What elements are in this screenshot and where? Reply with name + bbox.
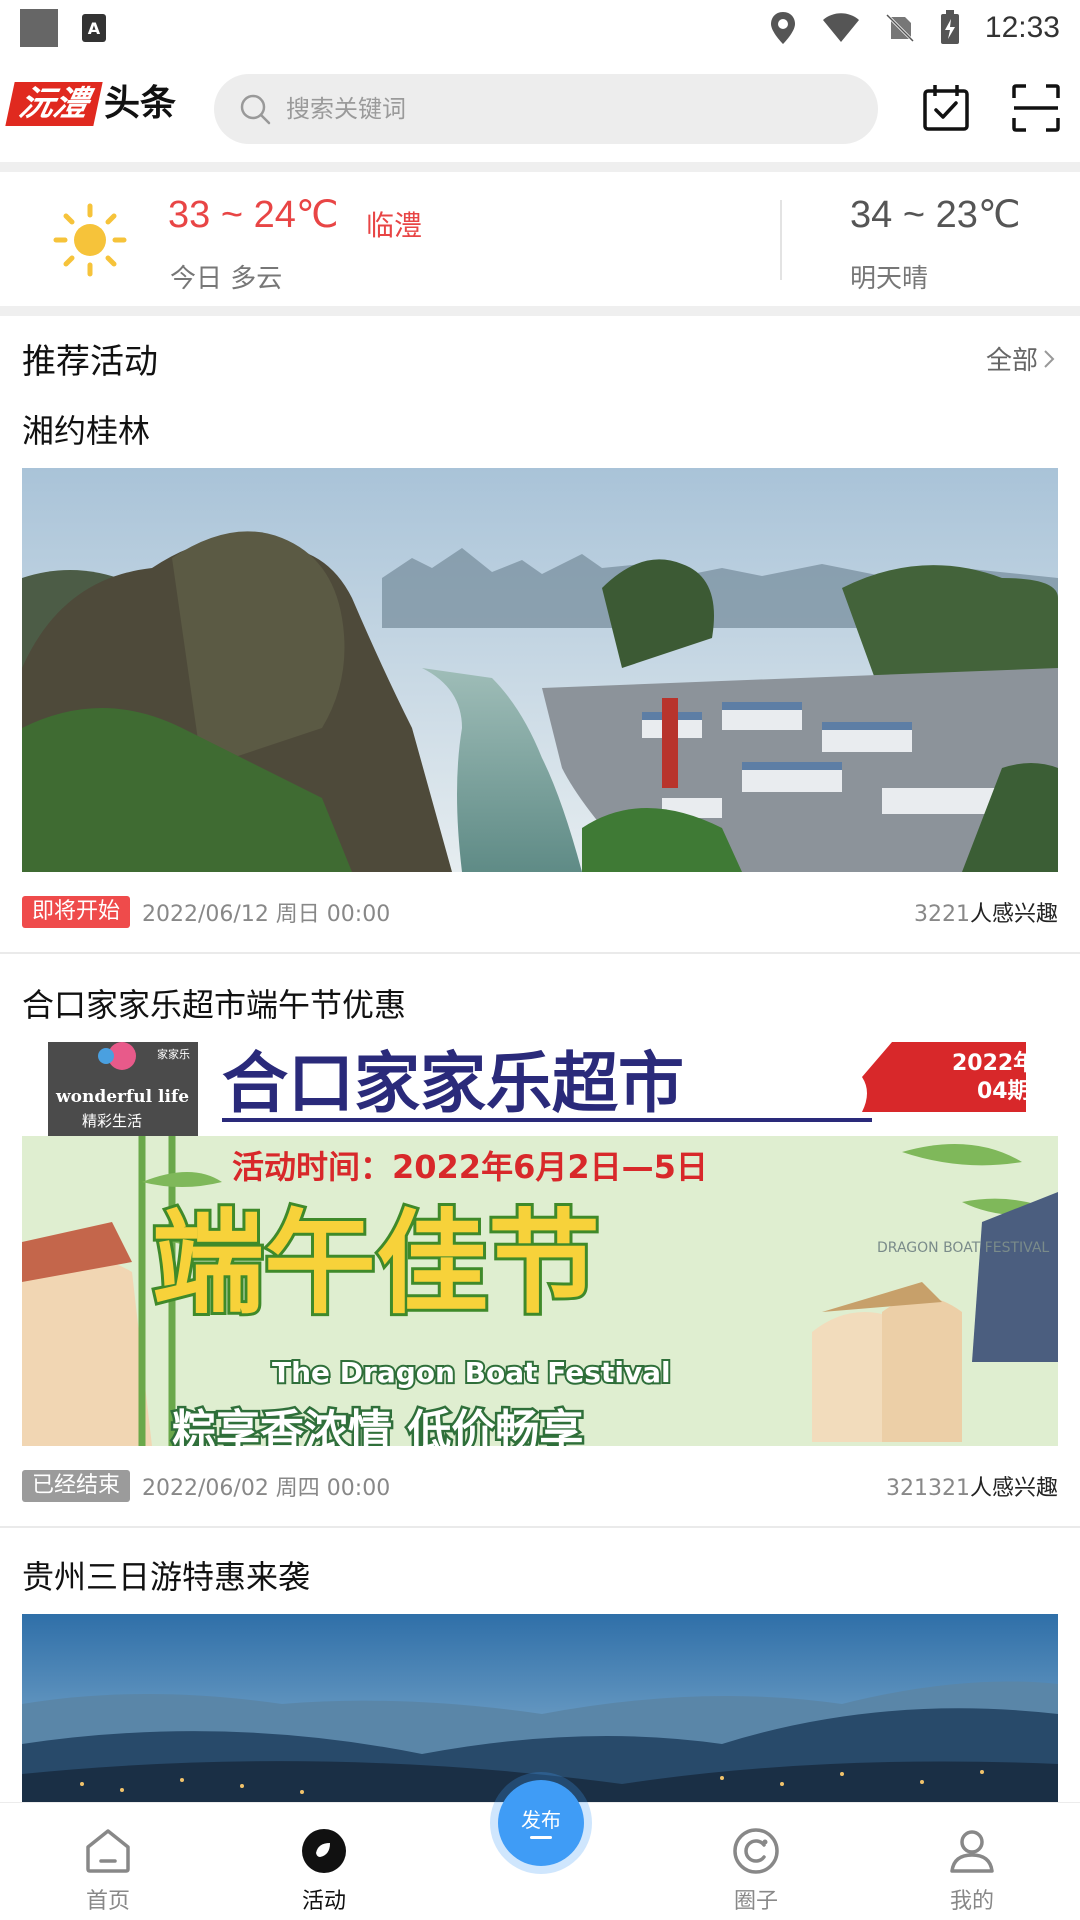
search-icon — [240, 94, 271, 125]
home-icon — [86, 1829, 130, 1873]
wifi-icon — [822, 13, 859, 42]
activity-title: 合口家家乐超市端午节优惠 — [22, 986, 407, 1024]
circle-icon — [733, 1828, 779, 1874]
status-badge: 即将开始 — [22, 896, 131, 928]
store-name-text: 合口家家乐超市 — [222, 1045, 684, 1122]
brand-en-text: wonderful life — [55, 1087, 189, 1107]
nav-circle-label: 圈子 — [733, 1889, 778, 1914]
slogan-text: 粽享香浓情 低价畅享 — [172, 1406, 583, 1446]
interest-number: 3221 — [913, 902, 970, 927]
activity-meta: 已经结束 2022/06/02 周四 00:00 321321人感兴趣 — [22, 1469, 1058, 1503]
activity-title: 湘约桂林 — [22, 412, 151, 450]
notification-thumbnail-icon — [20, 9, 58, 47]
battery-charging-icon — [940, 10, 959, 44]
today-description: 今日 多云 — [170, 264, 283, 294]
keyboard-a-icon: A — [82, 14, 106, 42]
nav-mine[interactable]: 我的 — [912, 1803, 1032, 1920]
tomorrow-temperature: 34 ~ 23℃ — [850, 194, 1021, 236]
nav-mine-label: 我的 — [949, 1889, 994, 1914]
nav-activity-label: 活动 — [301, 1889, 346, 1914]
interest-number: 321321 — [886, 1476, 970, 1501]
weather-divider — [780, 200, 782, 280]
view-all-link[interactable]: 全部 — [986, 340, 1056, 377]
section-title: 推荐活动 — [22, 342, 158, 382]
activity-card[interactable]: 合口家家乐超市端午节优惠 家家乐 wonderful life 精彩生活 合口家… — [0, 974, 1080, 1526]
divider — [0, 306, 1080, 316]
nav-circle[interactable]: 圈子 — [696, 1803, 816, 1920]
guilin-landscape-image — [22, 468, 1058, 872]
app-logo[interactable]: 沅澧 头条 — [5, 82, 177, 126]
logo-black-text: 头条 — [104, 83, 177, 124]
activity-card[interactable]: 湘约桂林 即将开始 2022/06/12 周日 00:00 3221人感兴趣 — [0, 400, 1080, 952]
status-badge: 已经结束 — [22, 1470, 131, 1502]
view-all-label: 全部 — [985, 346, 1038, 376]
tomorrow-description: 明天晴 — [850, 264, 929, 294]
city-name: 临澧 — [366, 209, 423, 242]
activity-icon — [302, 1829, 346, 1873]
issue-number-text: 04期 — [977, 1079, 1030, 1104]
search-bar[interactable] — [214, 74, 878, 144]
calendar-check-icon[interactable] — [920, 82, 972, 134]
divider — [0, 162, 1080, 172]
location-icon — [770, 12, 795, 44]
activity-image-guizhou[interactable] — [22, 1614, 1058, 1802]
activity-meta: 即将开始 2022/06/12 周日 00:00 3221人感兴趣 — [22, 895, 1058, 929]
chevron-right-icon — [1044, 349, 1055, 368]
activity-title: 贵州三日游特惠来袭 — [22, 1558, 311, 1596]
activity-image-guilin[interactable] — [22, 468, 1058, 872]
today-temperature: 33 ~ 24℃ — [168, 194, 339, 236]
publish-button[interactable]: 发布 — [498, 1780, 584, 1866]
period-text: 活动时间：2022年6月2日—5日 — [232, 1148, 708, 1186]
card-divider — [0, 952, 1080, 954]
activity-date: 2022/06/02 周四 00:00 — [142, 1476, 391, 1501]
card-divider — [0, 1526, 1080, 1528]
side-en-text: DRAGON BOAT FESTIVAL — [877, 1240, 1049, 1256]
scan-icon[interactable] — [1010, 82, 1062, 134]
brand-sub-text: 精彩生活 — [82, 1112, 142, 1130]
no-sim-icon — [885, 13, 914, 43]
interest-count: 321321人感兴趣 — [886, 1470, 1058, 1502]
sun-icon — [53, 203, 127, 277]
dragon-boat-banner-image: 家家乐 wonderful life 精彩生活 合口家家乐超市 2022年 04… — [22, 1042, 1058, 1446]
interest-suffix: 人感兴趣 — [969, 1476, 1058, 1501]
activity-date: 2022/06/12 周日 00:00 — [142, 902, 391, 927]
weather-panel[interactable]: 33 ~ 24℃ 临澧 今日 多云 34 ~ 23℃ 明天晴 — [0, 172, 1080, 304]
user-icon — [950, 1830, 994, 1873]
nav-activity[interactable]: 活动 — [264, 1803, 384, 1920]
festival-title-text: 端午佳节 — [152, 1199, 600, 1329]
brand-cn-text: 家家乐 — [157, 1047, 190, 1061]
interest-suffix: 人感兴趣 — [969, 902, 1058, 927]
activity-image-supermarket[interactable]: 家家乐 wonderful life 精彩生活 合口家家乐超市 2022年 04… — [22, 1042, 1058, 1446]
status-bar: A 12:33 — [0, 0, 1080, 56]
publish-label: 发布 — [521, 1807, 561, 1832]
issue-year-text: 2022年 — [952, 1050, 1035, 1076]
top-header: 沅澧 头条 — [0, 62, 1080, 158]
clock-time: 12:33 — [984, 11, 1060, 44]
interest-count: 3221人感兴趣 — [914, 896, 1058, 928]
publish-line-icon — [530, 1835, 552, 1839]
guizhou-landscape-image — [22, 1614, 1058, 1802]
logo-red-text: 沅澧 — [5, 82, 103, 126]
activity-card[interactable]: 贵州三日游特惠来袭 — [0, 1546, 1080, 1802]
nav-home[interactable]: 首页 — [48, 1803, 168, 1920]
nav-home-label: 首页 — [85, 1889, 130, 1914]
festival-en-text: The Dragon Boat Festival — [272, 1356, 671, 1389]
search-input[interactable] — [286, 95, 846, 123]
